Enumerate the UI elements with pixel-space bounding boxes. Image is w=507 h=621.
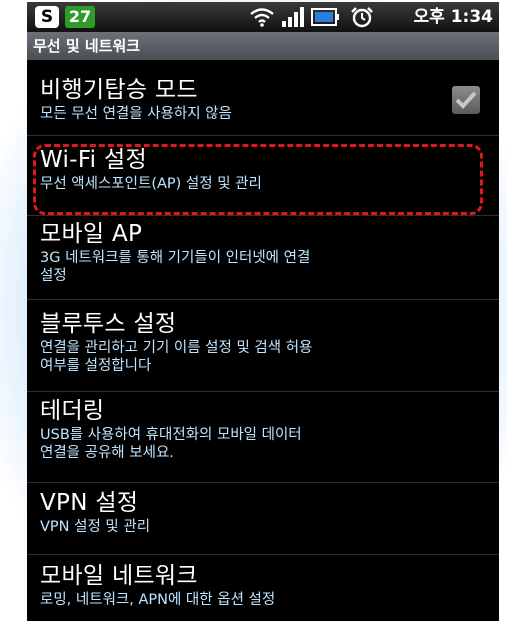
item-title: 모바일 네트워크: [40, 563, 198, 589]
checkmark-icon: [455, 91, 477, 109]
item-summary-line1: 연결을 관리하고 기기 이름 설정 및 검색 허용: [40, 340, 313, 356]
airplane-mode-checkbox[interactable]: [452, 86, 480, 114]
item-summary-line2: 연결을 공유해 보세요.: [40, 445, 174, 461]
item-title: 모바일 AP: [40, 221, 143, 247]
tethering-item[interactable]: 테더링 USB를 사용하여 휴대전화의 모바일 데이터 연결을 공유해 보세요.: [27, 397, 499, 483]
mobile-network-item[interactable]: 모바일 네트워크 로밍, 네트워크, APN에 대한 옵션 설정: [27, 562, 499, 621]
item-summary: 로밍, 네트워크, APN에 대한 옵션 설정: [40, 592, 276, 608]
mobile-ap-item[interactable]: 모바일 AP 3G 네트워크를 통해 기기들이 인터넷에 연결 설정: [27, 220, 499, 300]
wifi-icon: [250, 8, 274, 27]
item-title: 블루투스 설정: [40, 311, 177, 337]
item-title: VPN 설정: [40, 490, 139, 516]
item-summary-line2: 설정: [40, 268, 67, 284]
wifi-highlight-box: [33, 144, 483, 215]
item-summary-line1: USB를 사용하여 휴대전화의 모바일 데이터: [40, 427, 302, 443]
item-summary: VPN 설정 및 관리: [40, 519, 151, 535]
item-title: 테더링: [40, 398, 105, 424]
status-bar: S 27 오후 1:34: [27, 2, 499, 32]
item-summary-line2: 여부를 설정합니다: [40, 358, 152, 374]
item-summary: 모든 무선 연결을 사용하지 않음: [40, 106, 232, 122]
section-header-wireless-networks: 무선 및 네트워크: [27, 32, 499, 60]
phone-screen: S 27 오후 1:34 무선 및 네트워크 비행기탑승 모드 모든 무선 연결…: [27, 2, 499, 621]
item-summary-line1: 3G 네트워크를 통해 기기들이 인터넷에 연결: [40, 250, 311, 266]
notification-count-badge: 27: [65, 6, 95, 28]
signal-strength-icon: [282, 7, 304, 27]
airplane-mode-item[interactable]: 비행기탑승 모드 모든 무선 연결을 사용하지 않음: [27, 72, 499, 136]
status-s-badge: S: [35, 6, 59, 28]
alarm-clock-icon: [351, 7, 373, 28]
item-title: 비행기탑승 모드: [40, 77, 198, 103]
clock-time: 오후 1:34: [413, 7, 493, 27]
vpn-settings-item[interactable]: VPN 설정 VPN 설정 및 관리: [27, 489, 499, 555]
battery-icon: [311, 8, 339, 26]
bluetooth-settings-item[interactable]: 블루투스 설정 연결을 관리하고 기기 이름 설정 및 검색 허용 여부를 설정…: [27, 310, 499, 392]
